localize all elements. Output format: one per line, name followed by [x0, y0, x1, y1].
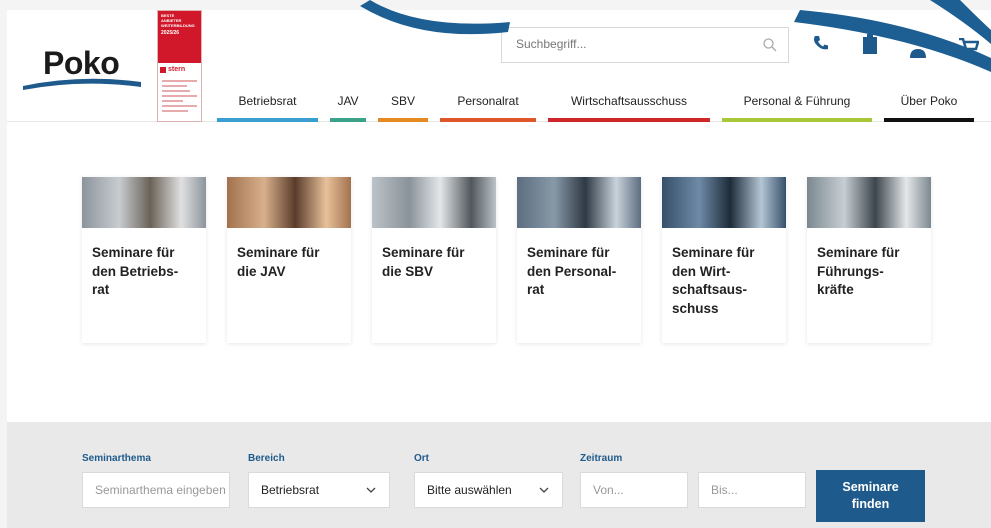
- seminar-card-title[interactable]: Seminare für die SBV: [372, 228, 496, 281]
- seminar-card[interactable]: Seminare für den Personal- rat: [517, 177, 641, 343]
- site-header: Poko BESTE ANBIETER WEITERBILDUNG 2025/2…: [7, 10, 991, 122]
- nav-color-bar: [548, 118, 710, 122]
- main-navigation: Betriebsrat JAV SBV Personalrat Wirtschaftsa…: [211, 92, 980, 122]
- place-select[interactable]: Bitte auswählen: [414, 472, 563, 508]
- cart-icon[interactable]: [959, 38, 979, 54]
- area-label: Bereich: [248, 453, 285, 464]
- seminar-card-image[interactable]: [82, 177, 206, 228]
- nav-item-personal-führung[interactable]: Personal & Führung: [716, 92, 878, 122]
- seminar-cards: Seminare für den Betriebs- rat Seminare f…: [82, 177, 931, 343]
- topic-placeholder: Seminarthema eingeben: [95, 483, 226, 497]
- nav-color-bar: [722, 118, 872, 122]
- nav-item-label: Betriebsrat: [238, 94, 297, 108]
- nav-item-label: Wirtschaftsausschuss: [570, 94, 688, 108]
- seminar-card-title[interactable]: Seminare für den Wirt- schaftsaus- schus…: [662, 228, 786, 318]
- find-seminars-label: Seminare finden: [842, 480, 899, 511]
- seminar-card[interactable]: Seminare für die SBV: [372, 177, 496, 343]
- chevron-down-icon: [539, 487, 549, 493]
- nav-item-wirtschaftsausschuss[interactable]: Wirtschaftsausschuss: [542, 92, 716, 122]
- search-box[interactable]: [501, 27, 789, 63]
- nav-item-sbv[interactable]: SBV: [372, 92, 434, 122]
- nav-item-betriebsrat[interactable]: Betriebsrat: [211, 92, 324, 122]
- seminar-finder: Seminarthema Seminarthema eingeben Berei…: [7, 422, 991, 528]
- date-to-input[interactable]: Bis...: [698, 472, 806, 508]
- seminar-card-image[interactable]: [517, 177, 641, 228]
- phone-icon[interactable]: [812, 34, 830, 52]
- clipboard-icon[interactable]: [862, 34, 878, 54]
- logo-swoosh-icon: [23, 78, 141, 90]
- stern-label: stern: [168, 66, 186, 73]
- nav-color-bar: [884, 118, 974, 122]
- nav-color-bar: [378, 118, 428, 122]
- search-input[interactable]: [516, 37, 746, 51]
- place-value: Bitte auswählen: [427, 483, 512, 497]
- user-icon[interactable]: [909, 46, 927, 58]
- area-select[interactable]: Betriebsrat: [248, 472, 390, 508]
- place-label: Ort: [414, 453, 429, 464]
- seminar-card[interactable]: Seminare für Führungs- kräfte: [807, 177, 931, 343]
- nav-item-jav[interactable]: JAV: [324, 92, 372, 122]
- seminar-card[interactable]: Seminare für den Wirt- schaftsaus- schus…: [662, 177, 786, 343]
- nav-item-label: Personalrat: [457, 94, 519, 108]
- topic-label: Seminarthema: [82, 453, 151, 464]
- find-seminars-button[interactable]: Seminare finden: [816, 470, 925, 522]
- award-fineprint: [158, 73, 201, 119]
- period-label: Zeitraum: [580, 453, 623, 464]
- nav-item-personalrat[interactable]: Personalrat: [434, 92, 542, 122]
- chevron-down-icon: [366, 487, 376, 493]
- search-icon[interactable]: [762, 37, 778, 53]
- nav-color-bar: [330, 118, 366, 122]
- nav-item-label: Personal & Führung: [743, 94, 851, 108]
- seminar-card-title[interactable]: Seminare für den Personal- rat: [517, 228, 641, 300]
- award-badge[interactable]: BESTE ANBIETER WEITERBILDUNG 2025/26 ste…: [157, 10, 202, 122]
- nav-item-label: SBV: [390, 94, 415, 108]
- seminar-card-image[interactable]: [372, 177, 496, 228]
- seminar-card[interactable]: Seminare für die JAV: [227, 177, 351, 343]
- nav-item-label: Über Poko: [900, 94, 958, 108]
- poko-logo[interactable]: Poko: [21, 40, 141, 90]
- seminar-card-image[interactable]: [662, 177, 786, 228]
- seminar-card-image[interactable]: [807, 177, 931, 228]
- nav-color-bar: [440, 118, 536, 122]
- award-line: WEITERBILDUNG: [161, 23, 195, 28]
- seminar-card-title[interactable]: Seminare für die JAV: [227, 228, 351, 281]
- date-from-placeholder: Von...: [593, 483, 624, 497]
- seminar-card-title[interactable]: Seminare für den Betriebs- rat: [82, 228, 206, 300]
- award-year: 2025/26: [161, 30, 180, 36]
- seminar-card[interactable]: Seminare für den Betriebs- rat: [82, 177, 206, 343]
- nav-item-über-poko[interactable]: Über Poko: [878, 92, 980, 122]
- seminar-card-image[interactable]: [227, 177, 351, 228]
- nav-item-label: JAV: [337, 94, 359, 108]
- area-value: Betriebsrat: [261, 483, 320, 497]
- stern-logo: stern: [158, 66, 201, 73]
- page-frame: Poko BESTE ANBIETER WEITERBILDUNG 2025/2…: [7, 10, 991, 528]
- topic-input[interactable]: Seminarthema eingeben: [82, 472, 230, 508]
- date-from-input[interactable]: Von...: [580, 472, 688, 508]
- date-to-placeholder: Bis...: [711, 483, 738, 497]
- nav-color-bar: [217, 118, 318, 122]
- seminar-card-title[interactable]: Seminare für Führungs- kräfte: [807, 228, 931, 300]
